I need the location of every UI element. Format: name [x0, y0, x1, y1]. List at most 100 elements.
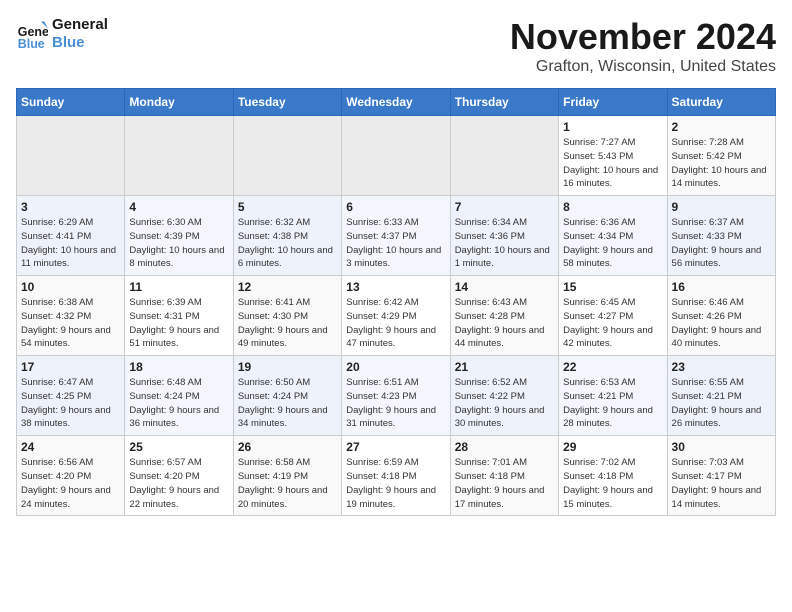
day-info: Sunrise: 6:53 AMSunset: 4:21 PMDaylight:… — [563, 376, 662, 431]
day-number: 1 — [563, 120, 662, 134]
day-info: Sunrise: 6:45 AMSunset: 4:27 PMDaylight:… — [563, 296, 662, 351]
day-number: 5 — [238, 200, 337, 214]
day-number: 14 — [455, 280, 554, 294]
day-info: Sunrise: 7:28 AMSunset: 5:42 PMDaylight:… — [672, 136, 771, 191]
day-info: Sunrise: 6:59 AMSunset: 4:18 PMDaylight:… — [346, 456, 445, 511]
week-row-1: 1 Sunrise: 7:27 AMSunset: 5:43 PMDaylight… — [17, 116, 776, 196]
day-number: 3 — [21, 200, 120, 214]
day-info: Sunrise: 6:41 AMSunset: 4:30 PMDaylight:… — [238, 296, 337, 351]
day-number: 13 — [346, 280, 445, 294]
calendar-table: SundayMondayTuesdayWednesdayThursdayFrid… — [16, 88, 776, 516]
day-number: 29 — [563, 440, 662, 454]
day-cell: 2 Sunrise: 7:28 AMSunset: 5:42 PMDaylight… — [667, 116, 775, 196]
col-header-saturday: Saturday — [667, 89, 775, 116]
day-info: Sunrise: 6:43 AMSunset: 4:28 PMDaylight:… — [455, 296, 554, 351]
day-number: 10 — [21, 280, 120, 294]
week-row-2: 3Sunrise: 6:29 AMSunset: 4:41 PMDaylight… — [17, 196, 776, 276]
day-number: 23 — [672, 360, 771, 374]
week-row-5: 24 Sunrise: 6:56 AMSunset: 4:20 PMDayligh… — [17, 436, 776, 516]
day-cell: 3Sunrise: 6:29 AMSunset: 4:41 PMDaylight… — [17, 196, 125, 276]
day-cell: 18 Sunrise: 6:48 AMSunset: 4:24 PMDayligh… — [125, 356, 233, 436]
day-info: Sunrise: 6:42 AMSunset: 4:29 PMDaylight:… — [346, 296, 445, 351]
day-cell: 24 Sunrise: 6:56 AMSunset: 4:20 PMDayligh… — [17, 436, 125, 516]
day-number: 15 — [563, 280, 662, 294]
day-info: Sunrise: 6:58 AMSunset: 4:19 PMDaylight:… — [238, 456, 337, 511]
day-cell: 12Sunrise: 6:41 AMSunset: 4:30 PMDayligh… — [233, 276, 341, 356]
month-title: November 2024 — [510, 16, 776, 58]
day-info: Sunrise: 6:39 AMSunset: 4:31 PMDaylight:… — [129, 296, 228, 351]
day-number: 30 — [672, 440, 771, 454]
logo-line2: Blue — [52, 34, 108, 52]
header-row: SundayMondayTuesdayWednesdayThursdayFrid… — [17, 89, 776, 116]
day-info: Sunrise: 6:52 AMSunset: 4:22 PMDaylight:… — [455, 376, 554, 431]
day-cell: 23Sunrise: 6:55 AMSunset: 4:21 PMDayligh… — [667, 356, 775, 436]
header: General Blue General Blue November 2024 … — [16, 16, 776, 76]
col-header-sunday: Sunday — [17, 89, 125, 116]
day-info: Sunrise: 7:27 AMSunset: 5:43 PMDaylight:… — [563, 136, 662, 191]
day-cell: 9Sunrise: 6:37 AMSunset: 4:33 PMDaylight… — [667, 196, 775, 276]
day-number: 2 — [672, 120, 771, 134]
week-row-3: 10 Sunrise: 6:38 AMSunset: 4:32 PMDayligh… — [17, 276, 776, 356]
day-cell: 10 Sunrise: 6:38 AMSunset: 4:32 PMDayligh… — [17, 276, 125, 356]
day-cell: 4Sunrise: 6:30 AMSunset: 4:39 PMDaylight… — [125, 196, 233, 276]
day-info: Sunrise: 6:33 AMSunset: 4:37 PMDaylight:… — [346, 216, 445, 271]
day-cell: 21 Sunrise: 6:52 AMSunset: 4:22 PMDayligh… — [450, 356, 558, 436]
day-info: Sunrise: 6:48 AMSunset: 4:24 PMDaylight:… — [129, 376, 228, 431]
day-cell: 30 Sunrise: 7:03 AMSunset: 4:17 PMDayligh… — [667, 436, 775, 516]
day-cell: 17Sunrise: 6:47 AMSunset: 4:25 PMDayligh… — [17, 356, 125, 436]
day-cell — [17, 116, 125, 196]
day-cell: 13 Sunrise: 6:42 AMSunset: 4:29 PMDayligh… — [342, 276, 450, 356]
day-number: 6 — [346, 200, 445, 214]
day-number: 8 — [563, 200, 662, 214]
day-cell: 1 Sunrise: 7:27 AMSunset: 5:43 PMDaylight… — [559, 116, 667, 196]
day-cell: 26Sunrise: 6:58 AMSunset: 4:19 PMDayligh… — [233, 436, 341, 516]
day-info: Sunrise: 6:32 AMSunset: 4:38 PMDaylight:… — [238, 216, 337, 271]
day-info: Sunrise: 6:46 AMSunset: 4:26 PMDaylight:… — [672, 296, 771, 351]
day-cell — [233, 116, 341, 196]
week-row-4: 17Sunrise: 6:47 AMSunset: 4:25 PMDayligh… — [17, 356, 776, 436]
col-header-monday: Monday — [125, 89, 233, 116]
day-info: Sunrise: 6:36 AMSunset: 4:34 PMDaylight:… — [563, 216, 662, 271]
day-number: 22 — [563, 360, 662, 374]
day-cell: 16 Sunrise: 6:46 AMSunset: 4:26 PMDayligh… — [667, 276, 775, 356]
day-cell: 7 Sunrise: 6:34 AMSunset: 4:36 PMDaylight… — [450, 196, 558, 276]
day-info: Sunrise: 6:50 AMSunset: 4:24 PMDaylight:… — [238, 376, 337, 431]
day-cell — [450, 116, 558, 196]
day-number: 16 — [672, 280, 771, 294]
title-area: November 2024 Grafton, Wisconsin, United… — [510, 16, 776, 76]
day-number: 19 — [238, 360, 337, 374]
day-number: 21 — [455, 360, 554, 374]
logo-icon: General Blue — [16, 18, 48, 50]
col-header-thursday: Thursday — [450, 89, 558, 116]
day-number: 7 — [455, 200, 554, 214]
day-cell: 8 Sunrise: 6:36 AMSunset: 4:34 PMDaylight… — [559, 196, 667, 276]
col-header-tuesday: Tuesday — [233, 89, 341, 116]
day-info: Sunrise: 7:01 AMSunset: 4:18 PMDaylight:… — [455, 456, 554, 511]
day-cell: 5 Sunrise: 6:32 AMSunset: 4:38 PMDaylight… — [233, 196, 341, 276]
day-info: Sunrise: 6:34 AMSunset: 4:36 PMDaylight:… — [455, 216, 554, 271]
logo-line1: General — [52, 16, 108, 34]
day-info: Sunrise: 6:38 AMSunset: 4:32 PMDaylight:… — [21, 296, 120, 351]
day-info: Sunrise: 6:37 AMSunset: 4:33 PMDaylight:… — [672, 216, 771, 271]
day-number: 17 — [21, 360, 120, 374]
day-info: Sunrise: 7:02 AMSunset: 4:18 PMDaylight:… — [563, 456, 662, 511]
day-number: 11 — [129, 280, 228, 294]
day-info: Sunrise: 6:51 AMSunset: 4:23 PMDaylight:… — [346, 376, 445, 431]
day-cell — [125, 116, 233, 196]
day-number: 28 — [455, 440, 554, 454]
svg-text:Blue: Blue — [18, 37, 45, 50]
day-number: 27 — [346, 440, 445, 454]
day-cell — [342, 116, 450, 196]
day-number: 20 — [346, 360, 445, 374]
day-cell: 22 Sunrise: 6:53 AMSunset: 4:21 PMDayligh… — [559, 356, 667, 436]
day-number: 18 — [129, 360, 228, 374]
day-cell: 19 Sunrise: 6:50 AMSunset: 4:24 PMDayligh… — [233, 356, 341, 436]
day-cell: 6 Sunrise: 6:33 AMSunset: 4:37 PMDaylight… — [342, 196, 450, 276]
day-info: Sunrise: 6:56 AMSunset: 4:20 PMDaylight:… — [21, 456, 120, 511]
day-info: Sunrise: 7:03 AMSunset: 4:17 PMDaylight:… — [672, 456, 771, 511]
day-cell: 27 Sunrise: 6:59 AMSunset: 4:18 PMDayligh… — [342, 436, 450, 516]
day-number: 24 — [21, 440, 120, 454]
day-number: 25 — [129, 440, 228, 454]
day-info: Sunrise: 6:30 AMSunset: 4:39 PMDaylight:… — [129, 216, 228, 271]
col-header-wednesday: Wednesday — [342, 89, 450, 116]
